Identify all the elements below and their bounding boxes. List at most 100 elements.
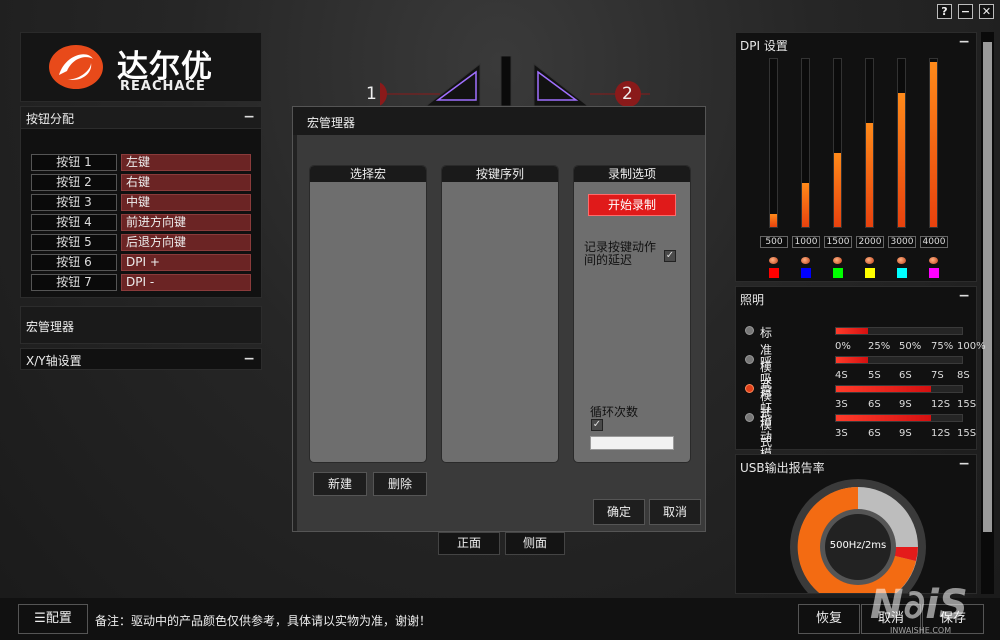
dpi-value-label: 3000 [888,236,916,248]
dialog-border [293,135,297,531]
tab-side[interactable]: 侧面 [505,532,565,555]
key-sequence-column[interactable]: 按键序列 [441,165,559,463]
button-function[interactable]: DPI + [121,254,251,271]
tab-front[interactable]: 正面 [438,532,500,555]
new-macro-button[interactable]: 新建 [313,472,367,496]
lighting-mode-radio[interactable] [745,384,754,393]
dpi-indicator-dot [897,257,906,264]
restore-button[interactable]: 恢复 [798,604,860,634]
confirm-button[interactable]: 确定 [593,499,645,525]
dpi-slider-3[interactable] [833,58,842,228]
button-assign-title: 按钮分配 [26,112,75,126]
lighting-mode-radio[interactable] [745,355,754,364]
list-icon: ☰ [34,611,46,626]
tick-label: 75% [931,341,954,352]
config-label: 配置 [45,611,72,626]
delete-macro-button[interactable]: 删除 [373,472,427,496]
minimize-button[interactable]: − [958,4,973,19]
button-assign-header[interactable]: 按钮分配 − [21,107,261,129]
scrollbar-track[interactable] [981,32,994,594]
dpi-color-swatch[interactable] [929,268,939,278]
collapse-icon[interactable]: − [958,456,970,472]
lighting-mode-radio[interactable] [745,413,754,422]
dpi-indicator-dot [929,257,938,264]
lighting-slider[interactable] [835,414,963,422]
lighting-slider[interactable] [835,385,963,393]
dpi-color-swatch[interactable] [833,268,843,278]
lighting-slider-fill [836,328,868,334]
dpi-indicator-dot [865,257,874,264]
dpi-value-label: 1000 [792,236,820,248]
macro-manager-section[interactable]: 宏管理器 [20,306,262,344]
button-function[interactable]: DPI - [121,274,251,291]
scrollbar-thumb[interactable] [983,42,992,532]
tick-label: 12S [931,428,951,439]
xy-axis-title: X/Y轴设置 [26,354,82,368]
record-options-column: 录制选项 开始录制 记录按键动作间的延迟 ✓ 循环次数 ✓ [573,165,691,463]
usb-panel: USB输出报告率 − 500Hz/2ms [735,454,977,594]
collapse-icon[interactable]: − [958,34,970,50]
lighting-slider[interactable] [835,356,963,364]
dpi-indicator-dot [801,257,810,264]
button-function[interactable]: 前进方向键 [121,214,251,231]
reachace-logo-icon [49,45,103,89]
tick-label: 15S [957,428,977,439]
mouse-marker-2: 2 [622,84,633,104]
dpi-color-swatch[interactable] [897,268,907,278]
lighting-slider-fill [836,415,931,421]
close-button[interactable]: ✕ [979,4,994,19]
collapse-icon[interactable]: − [243,351,255,367]
button-function[interactable]: 后退方向键 [121,234,251,251]
record-options-header: 录制选项 [574,166,690,182]
dpi-indicator-dot [833,257,842,264]
tick-label: 9S [899,428,912,439]
start-recording-button[interactable]: 开始录制 [588,194,676,216]
button-name: 按钮 3 [31,194,117,211]
logo-en-text: REACHACE [120,79,206,94]
button-function[interactable]: 左键 [121,154,251,171]
dpi-color-swatch[interactable] [801,268,811,278]
lighting-mode-radio[interactable] [745,326,754,335]
loop-count-input[interactable] [590,436,674,450]
button-function[interactable]: 右键 [121,174,251,191]
dpi-slider-2[interactable] [801,58,810,228]
button-name: 按钮 6 [31,254,117,271]
help-button[interactable]: ? [937,4,952,19]
collapse-icon[interactable]: − [958,288,970,304]
dpi-value-label: 1500 [824,236,852,248]
dpi-slider-fill [866,122,873,227]
report-rate-value: 500Hz/2ms [829,540,887,551]
dpi-slider-6[interactable] [929,58,938,228]
dpi-slider-5[interactable] [897,58,906,228]
dpi-slider-4[interactable] [865,58,874,228]
tick-label: 6S [868,399,881,410]
config-button[interactable]: ☰配置 [18,604,88,634]
report-rate-dial[interactable] [788,477,928,594]
lighting-slider-fill [836,357,868,363]
loop-count-label: 循环次数 [590,405,639,419]
loop-count-checkbox[interactable]: ✓ [591,419,603,431]
dpi-slider-fill [770,213,777,227]
dpi-color-swatch[interactable] [769,268,779,278]
watermark-logo: N∂iS [870,582,968,628]
dpi-value-label: 500 [760,236,788,248]
record-delay-checkbox[interactable]: ✓ [664,250,676,262]
dpi-slider-fill [834,153,841,227]
dpi-slider-1[interactable] [769,58,778,228]
tick-label: 9S [899,399,912,410]
lighting-title: 照明 [740,293,765,307]
button-function[interactable]: 中键 [121,194,251,211]
tick-label: 100% [957,341,986,352]
button-name: 按钮 2 [31,174,117,191]
lighting-slider[interactable] [835,327,963,335]
dialog-cancel-button[interactable]: 取消 [649,499,701,525]
dpi-color-swatch[interactable] [865,268,875,278]
lighting-slider-fill [836,386,931,392]
macro-dialog-header: 宏管理器 [293,107,705,135]
tick-label: 8S [957,370,970,381]
collapse-icon[interactable]: − [243,109,255,125]
xy-axis-section[interactable]: X/Y轴设置 − [20,348,262,370]
macro-manager-section-title: 宏管理器 [26,320,75,334]
macro-select-column[interactable]: 选择宏 [309,165,427,463]
tick-label: 5S [868,370,881,381]
